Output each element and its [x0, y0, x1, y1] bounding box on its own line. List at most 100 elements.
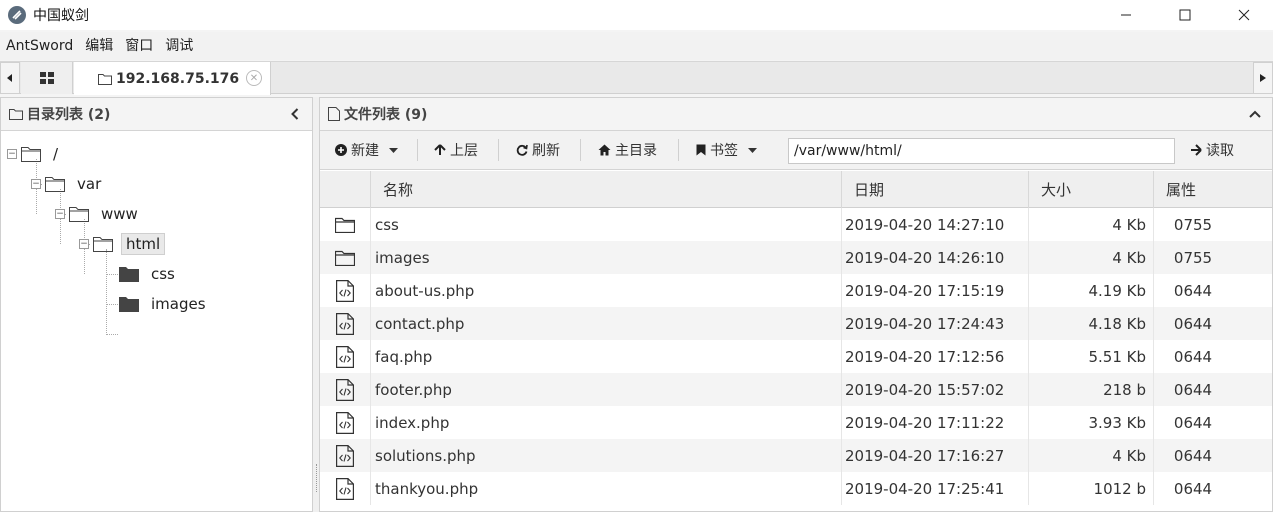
file-attr: 0644 [1173, 413, 1213, 432]
home-dir-button[interactable]: 主目录 [598, 131, 657, 169]
file-row[interactable]: contact.php 2019-04-20 17:24:43 4.18 Kb 064… [320, 307, 1272, 340]
file-toolbar: 新建 上层 刷新 主目录 书签 读取 [320, 131, 1272, 170]
menu-antsword[interactable]: AntSword [0, 32, 79, 60]
maximize-button[interactable] [1155, 0, 1214, 30]
collapse-toggle-icon[interactable]: − [79, 239, 89, 249]
refresh-icon [516, 144, 528, 156]
file-date: 2019-04-20 17:25:41 [845, 479, 1005, 498]
bookmark-icon [696, 144, 706, 156]
close-icon [1238, 9, 1249, 21]
file-attr: 0644 [1173, 314, 1213, 333]
app-logo-icon [8, 6, 26, 24]
tree-node-images[interactable]: images [119, 292, 210, 316]
file-row[interactable]: css 2019-04-20 14:27:10 4 Kb 0755 [320, 208, 1272, 241]
file-row[interactable]: images 2019-04-20 14:26:10 4 Kb 0755 [320, 241, 1272, 274]
tab-scroll-right-button[interactable] [1253, 62, 1273, 94]
file-date: 2019-04-20 17:12:56 [845, 347, 1005, 366]
file-size: 5.51 Kb [1088, 347, 1146, 366]
splitter-grip[interactable] [316, 464, 318, 492]
file-name: index.php [375, 413, 450, 432]
file-row[interactable]: faq.php 2019-04-20 17:12:56 5.51 Kb 0644 [320, 340, 1272, 373]
collapse-toggle-icon[interactable]: − [7, 149, 17, 159]
menu-bar: AntSword 编辑 窗口 调试 [0, 32, 1273, 60]
file-row[interactable]: thankyou.php 2019-04-20 17:25:41 1012 b 064… [320, 472, 1272, 505]
folder-icon [332, 241, 358, 274]
caret-down-icon [389, 147, 398, 153]
menu-edit[interactable]: 编辑 [79, 32, 119, 60]
file-date: 2019-04-20 14:27:10 [845, 215, 1005, 234]
column-name-label: 名称 [383, 181, 414, 199]
folder-filled-icon [119, 267, 139, 282]
column-attr-header[interactable]: 属性 [1153, 171, 1272, 208]
tree-node-label: css [151, 265, 175, 283]
refresh-button-label: 刷新 [532, 143, 560, 159]
up-level-button[interactable]: 上层 [434, 131, 478, 169]
new-button[interactable]: 新建 [335, 131, 398, 169]
tree-node-root[interactable]: − / [7, 142, 62, 166]
home-dir-button-label: 主目录 [615, 143, 657, 159]
chevron-left-icon [291, 108, 299, 120]
file-row[interactable]: solutions.php 2019-04-20 17:16:27 4 Kb 0644 [320, 439, 1272, 472]
close-window-button[interactable] [1214, 0, 1273, 30]
file-name: faq.php [375, 347, 433, 366]
file-size: 4 Kb [1112, 215, 1146, 234]
plus-circle-icon [335, 144, 347, 156]
tab-host[interactable]: 192.168.75.176 ✕ [74, 62, 271, 95]
menu-debug[interactable]: 调试 [159, 32, 199, 60]
tree-node-var[interactable]: − var [31, 172, 105, 196]
caret-down-icon [748, 147, 757, 153]
file-row[interactable]: footer.php 2019-04-20 15:57:02 218 b 0644 [320, 373, 1272, 406]
tree-node-label: html [121, 233, 166, 255]
file-row[interactable]: index.php 2019-04-20 17:11:22 3.93 Kb 0644 [320, 406, 1272, 439]
column-name-header[interactable]: 名称 [370, 171, 841, 208]
column-size-header[interactable]: 大小 [1028, 171, 1153, 208]
arrow-right-icon [1191, 144, 1202, 156]
window-title: 中国蚁剑 [33, 8, 89, 24]
read-button[interactable]: 读取 [1190, 131, 1234, 169]
home-icon [598, 144, 611, 156]
collapse-toggle-icon[interactable]: − [55, 209, 65, 219]
tree-node-css[interactable]: css [119, 262, 179, 286]
file-size: 4 Kb [1112, 446, 1146, 465]
bookmark-button[interactable]: 书签 [696, 131, 757, 169]
column-date-header[interactable]: 日期 [841, 171, 1028, 208]
file-name: solutions.php [375, 446, 476, 465]
file-attr: 0644 [1173, 479, 1213, 498]
file-grid-header: 名称 日期 大小 属性 [320, 171, 1272, 208]
tree-node-label: www [101, 205, 138, 223]
file-date: 2019-04-20 17:11:22 [845, 413, 1005, 432]
folder-outline-icon [69, 207, 89, 222]
path-input[interactable] [788, 138, 1175, 164]
tab-home[interactable] [21, 62, 73, 94]
tree-node-www[interactable]: − www [55, 202, 142, 226]
tree-node-label: images [151, 295, 206, 313]
file-size: 4.19 Kb [1088, 281, 1146, 300]
column-date-label: 日期 [854, 181, 885, 199]
folder-outline-icon [21, 147, 41, 162]
collapse-toggle-icon[interactable]: − [31, 179, 41, 189]
folder-icon [98, 73, 112, 85]
refresh-button[interactable]: 刷新 [516, 131, 560, 169]
file-size: 218 b [1103, 380, 1146, 399]
tab-scroll-left-button[interactable] [0, 62, 20, 94]
tree-node-html[interactable]: − html [79, 232, 166, 256]
file-panel-title: 文件列表 (9) [344, 107, 428, 123]
collapse-left-button[interactable] [288, 107, 302, 121]
menu-window[interactable]: 窗口 [119, 32, 159, 60]
collapse-up-button[interactable] [1248, 107, 1262, 121]
grid-icon [39, 72, 54, 84]
file-name: about-us.php [375, 281, 475, 300]
file-date: 2019-04-20 15:57:02 [845, 380, 1005, 399]
file-size: 4 Kb [1112, 248, 1146, 267]
code-file-icon [332, 439, 358, 472]
tab-close-icon[interactable]: ✕ [246, 70, 262, 86]
file-name: thankyou.php [375, 479, 479, 498]
file-row[interactable]: about-us.php 2019-04-20 17:15:19 4.19 Kb 06… [320, 274, 1272, 307]
file-name: images [375, 248, 430, 267]
file-attr: 0644 [1173, 281, 1213, 300]
column-size-label: 大小 [1041, 181, 1072, 199]
minimize-button[interactable] [1096, 0, 1155, 30]
up-level-button-label: 上层 [450, 143, 478, 159]
code-file-icon [332, 307, 358, 340]
file-size: 4.18 Kb [1088, 314, 1146, 333]
